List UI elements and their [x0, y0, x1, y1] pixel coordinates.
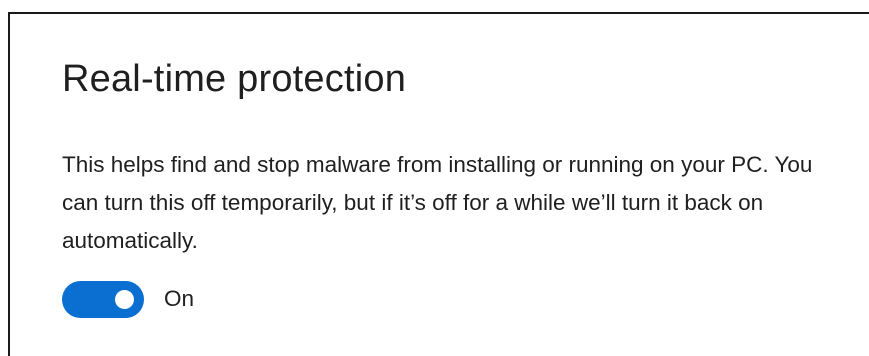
section-description: This helps find and stop malware from in… [62, 152, 813, 253]
real-time-protection-toggle[interactable] [62, 280, 144, 318]
panel-border-top [8, 12, 869, 14]
section-title: Real-time protection [62, 58, 407, 100]
panel-border-left [8, 12, 10, 356]
settings-panel: Real-time protection This helps find and… [0, 0, 869, 356]
real-time-protection-toggle-row: On [62, 280, 194, 318]
toggle-knob [115, 289, 134, 309]
toggle-state-label: On [164, 286, 195, 311]
